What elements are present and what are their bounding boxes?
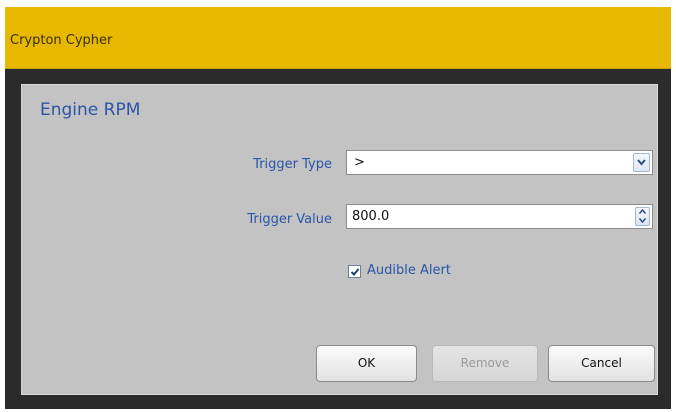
ok-button[interactable]: OK <box>316 345 417 382</box>
trigger-value-spinbox[interactable] <box>346 204 653 229</box>
checkmark-icon <box>350 268 360 276</box>
title-bar[interactable]: Crypton Cypher <box>5 7 671 69</box>
spin-down-button[interactable] <box>636 217 649 225</box>
audible-alert-checkbox[interactable] <box>348 265 361 278</box>
spin-buttons <box>635 207 650 226</box>
spin-up-button[interactable] <box>636 208 649 216</box>
audible-alert-label: Audible Alert <box>367 263 451 278</box>
chevron-down-icon <box>639 218 646 223</box>
trigger-type-value: > <box>354 155 365 170</box>
trigger-value-label: Trigger Value <box>247 212 332 227</box>
chevron-down-icon <box>637 159 646 166</box>
trigger-type-select[interactable]: > <box>346 150 653 175</box>
trigger-value-input[interactable] <box>352 208 622 225</box>
trigger-type-label: Trigger Type <box>253 157 332 172</box>
panel-title: Engine RPM <box>40 100 141 120</box>
window-title: Crypton Cypher <box>10 33 113 48</box>
cancel-button[interactable]: Cancel <box>548 345 655 382</box>
remove-button[interactable]: Remove <box>432 345 538 382</box>
dropdown-button[interactable] <box>633 153 650 172</box>
chevron-up-icon <box>639 209 646 214</box>
